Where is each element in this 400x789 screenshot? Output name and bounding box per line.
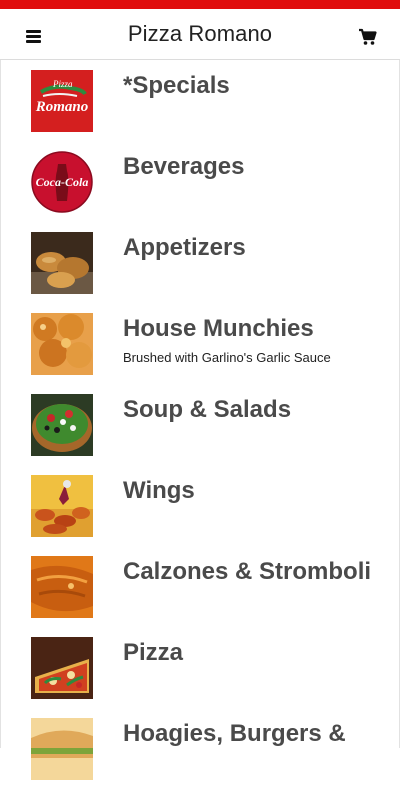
- category-list: Pizza Romano *Specials Coca-Cola Beverag…: [0, 60, 400, 789]
- category-title: Appetizers: [123, 234, 246, 261]
- house-munchies-photo: [31, 313, 93, 375]
- soup-salads-photo: [31, 394, 93, 456]
- category-title: Wings: [123, 477, 195, 504]
- category-title: House Munchies: [123, 315, 314, 342]
- calzones-photo: [31, 556, 93, 618]
- appetizers-photo: [31, 232, 93, 294]
- shopping-cart-icon[interactable]: [358, 28, 378, 46]
- category-title: Calzones & Stromboli: [123, 558, 372, 585]
- category-title: Beverages: [123, 153, 245, 180]
- category-subtitle: Brushed with Garlino's Garlic Sauce: [123, 350, 331, 365]
- hoagies-photo: [31, 718, 93, 780]
- pizza-photo: [31, 637, 93, 699]
- category-item-house-munchies[interactable]: House Munchies Brushed with Garlino's Ga…: [0, 303, 400, 384]
- svg-text:Pizza: Pizza: [52, 79, 73, 89]
- category-item-beverages[interactable]: Coca-Cola Beverages: [0, 141, 400, 222]
- category-item-specials[interactable]: Pizza Romano *Specials: [0, 60, 400, 141]
- brand-top-bar: [0, 0, 400, 9]
- coca-cola-logo-image: Coca-Cola: [31, 151, 93, 213]
- category-item-soup-salads[interactable]: Soup & Salads: [0, 384, 400, 465]
- category-title: Hoagies, Burgers &: [123, 720, 346, 747]
- svg-text:Coca-Cola: Coca-Cola: [36, 175, 89, 189]
- page-title: Pizza Romano: [127, 21, 273, 46]
- svg-text:Romano: Romano: [35, 99, 89, 115]
- category-title: Pizza: [123, 639, 184, 666]
- category-item-wings[interactable]: Wings: [0, 465, 400, 546]
- app-header: Pizza Romano: [0, 9, 400, 60]
- category-item-hoagies-burgers[interactable]: Hoagies, Burgers &: [0, 708, 400, 789]
- category-title: Soup & Salads: [123, 396, 292, 423]
- category-item-appetizers[interactable]: Appetizers: [0, 222, 400, 303]
- category-title: *Specials: [123, 72, 230, 99]
- pizza-romano-logo-image: Pizza Romano: [31, 70, 93, 132]
- wings-photo: [31, 475, 93, 537]
- category-item-pizza[interactable]: Pizza: [0, 627, 400, 708]
- category-item-calzones-stromboli[interactable]: Calzones & Stromboli: [0, 546, 400, 627]
